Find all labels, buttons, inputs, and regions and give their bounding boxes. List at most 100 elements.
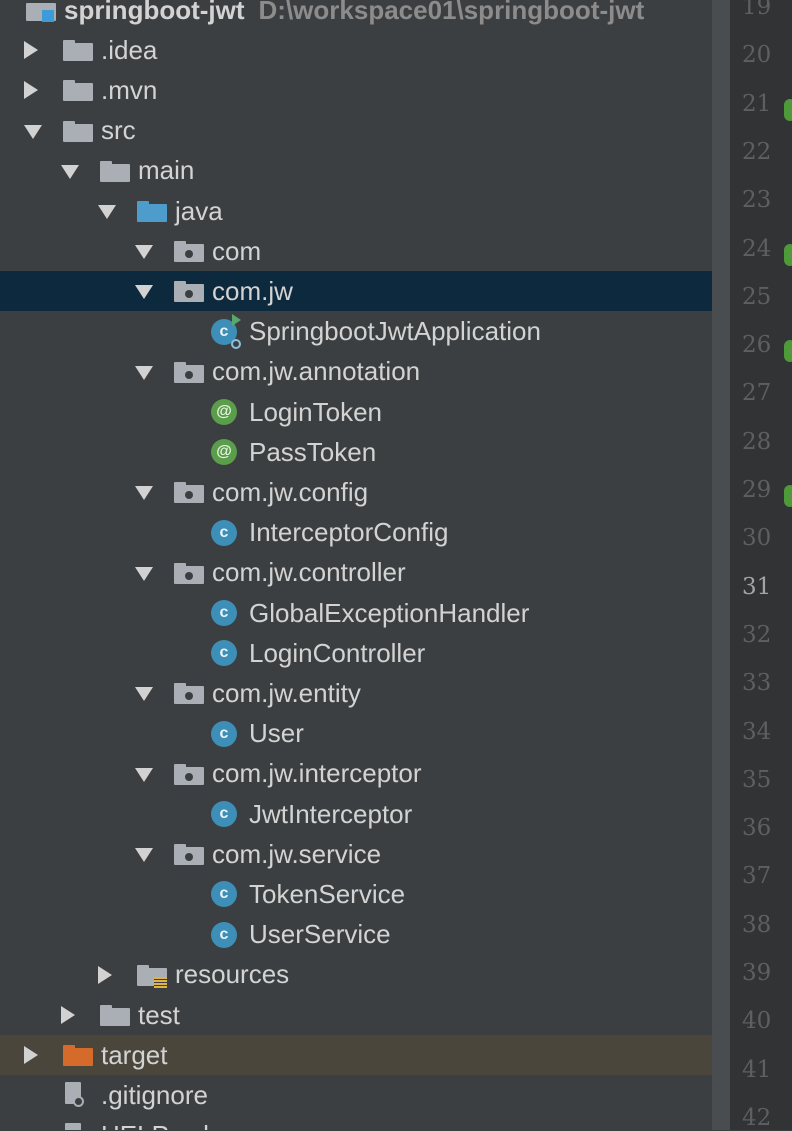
tree-row[interactable]: @ LoginToken bbox=[0, 392, 712, 432]
ignore-file-icon bbox=[63, 1082, 85, 1108]
package-icon bbox=[174, 281, 204, 303]
tree-row[interactable]: main bbox=[0, 151, 712, 191]
line-number: 28 bbox=[742, 428, 772, 455]
tree-row-label: JwtInterceptor bbox=[249, 798, 413, 829]
tree-row[interactable]: com.jw.service bbox=[0, 834, 712, 874]
tree-scrollbar[interactable] bbox=[712, 0, 730, 1130]
tree-row[interactable]: resources bbox=[0, 955, 712, 995]
line-number: 42 bbox=[742, 1104, 772, 1131]
tree-row[interactable]: com.jw.config bbox=[0, 472, 712, 512]
resources-folder-icon bbox=[137, 964, 167, 988]
class-icon: c bbox=[211, 519, 237, 546]
tree-row-label: HELP.md bbox=[101, 1120, 209, 1130]
gutter-marker-icon[interactable] bbox=[784, 243, 792, 266]
gutter-marker-icon[interactable] bbox=[784, 98, 792, 121]
chevron-down-icon[interactable] bbox=[98, 205, 116, 219]
chevron-down-icon[interactable] bbox=[135, 848, 153, 863]
chevron-down-icon[interactable] bbox=[24, 124, 42, 139]
chevron-down-icon[interactable] bbox=[135, 486, 153, 501]
tree-row-label: java bbox=[175, 195, 223, 226]
tree-row-label: main bbox=[138, 155, 195, 186]
tree-row[interactable]: com.jw.annotation bbox=[0, 352, 712, 392]
tree-row[interactable]: com.jw.controller bbox=[0, 553, 712, 593]
tree-row[interactable]: c UserService bbox=[0, 915, 712, 955]
tree-row-label: SpringbootJwtApplication bbox=[249, 316, 541, 347]
tree-row[interactable]: @ PassToken bbox=[0, 432, 712, 472]
tree-row-label: com.jw.interceptor bbox=[212, 758, 422, 789]
excluded-folder-icon bbox=[63, 1045, 93, 1067]
tree-row-label: InterceptorConfig bbox=[249, 517, 449, 548]
line-number: 38 bbox=[742, 911, 772, 938]
tree-row[interactable]: src bbox=[0, 111, 712, 151]
chevron-down-icon[interactable] bbox=[135, 566, 153, 581]
chevron-right-icon[interactable] bbox=[61, 1006, 75, 1024]
tree-row[interactable]: HELP.md bbox=[0, 1116, 712, 1130]
folder-icon bbox=[63, 120, 93, 142]
tree-row[interactable]: target bbox=[0, 1035, 712, 1076]
package-icon bbox=[174, 763, 204, 785]
tree-row[interactable]: c JwtInterceptor bbox=[0, 794, 712, 834]
tree-row[interactable]: .mvn bbox=[0, 70, 712, 110]
line-number: 41 bbox=[742, 1056, 772, 1083]
tree-row[interactable]: c GlobalExceptionHandler bbox=[0, 593, 712, 633]
tree-row-root[interactable]: springboot-jwt D:\workspace01\springboot-… bbox=[0, 0, 712, 30]
annotation-icon: @ bbox=[211, 399, 237, 425]
tree-row[interactable]: com.jw.interceptor bbox=[0, 754, 712, 794]
tree-row-label: com.jw.service bbox=[212, 838, 382, 869]
tree-row-label: .idea bbox=[101, 34, 158, 65]
package-icon bbox=[174, 844, 204, 866]
class-icon: c bbox=[211, 801, 237, 827]
folder-icon bbox=[63, 80, 93, 102]
chevron-down-icon[interactable] bbox=[135, 687, 153, 702]
chevron-down-icon[interactable] bbox=[135, 767, 153, 782]
tree-row[interactable]: com.jw.entity bbox=[0, 673, 712, 713]
gutter-marker-icon[interactable] bbox=[784, 485, 792, 507]
tree-row[interactable]: c User bbox=[0, 714, 712, 754]
project-name: springboot-jwt bbox=[64, 0, 245, 25]
chevron-down-icon[interactable] bbox=[135, 245, 153, 260]
tree-row[interactable]: com.jw bbox=[0, 271, 712, 312]
chevron-right-icon[interactable] bbox=[24, 1046, 38, 1065]
line-number: 33 bbox=[742, 670, 772, 697]
line-number: 26 bbox=[742, 332, 772, 359]
class-icon: c bbox=[211, 921, 237, 948]
tree-row[interactable]: test bbox=[0, 995, 712, 1035]
tree-row[interactable]: com bbox=[0, 231, 712, 271]
package-icon bbox=[174, 482, 204, 504]
tree-row-label: src bbox=[101, 115, 136, 146]
tree-row[interactable]: .gitignore bbox=[0, 1075, 712, 1115]
chevron-right-icon[interactable] bbox=[24, 81, 38, 100]
tree-row-label: TokenService bbox=[249, 878, 406, 909]
tree-row[interactable]: c LoginController bbox=[0, 633, 712, 673]
tree-row-label: com.jw.entity bbox=[212, 677, 361, 708]
line-number: 21 bbox=[742, 90, 772, 117]
spring-boot-app-icon: c bbox=[211, 313, 241, 349]
line-number: 37 bbox=[742, 863, 772, 890]
tree-row-label: com.jw.config bbox=[212, 476, 369, 507]
line-number: 23 bbox=[742, 187, 772, 214]
tree-row[interactable]: .idea bbox=[0, 30, 712, 70]
markdown-file-icon bbox=[63, 1122, 85, 1130]
gutter-marker-icon[interactable] bbox=[784, 340, 792, 363]
tree-row-label: UserService bbox=[249, 919, 391, 950]
chevron-right-icon[interactable] bbox=[24, 41, 38, 60]
chevron-down-icon[interactable] bbox=[135, 285, 153, 300]
chevron-down-icon[interactable] bbox=[61, 164, 79, 179]
tree-row-label: LoginToken bbox=[249, 396, 382, 427]
line-number: 20 bbox=[742, 42, 772, 69]
line-number: 24 bbox=[742, 235, 772, 262]
project-tree-panel[interactable]: springboot-jwt D:\workspace01\springboot-… bbox=[0, 0, 712, 1130]
package-icon bbox=[174, 361, 204, 383]
folder-icon bbox=[100, 160, 130, 182]
tree-row-label: PassToken bbox=[249, 436, 377, 467]
module-folder-icon bbox=[26, 0, 56, 22]
chevron-right-icon[interactable] bbox=[98, 965, 112, 984]
tree-row[interactable]: c TokenService bbox=[0, 874, 712, 914]
tree-row[interactable]: c SpringbootJwtApplication bbox=[0, 312, 712, 352]
tree-row[interactable]: c InterceptorConfig bbox=[0, 513, 712, 553]
line-number: 30 bbox=[742, 525, 772, 552]
tree-row[interactable]: java bbox=[0, 191, 712, 231]
chevron-down-icon[interactable] bbox=[135, 365, 153, 380]
line-number: 35 bbox=[742, 766, 772, 793]
class-icon: c bbox=[211, 640, 237, 667]
